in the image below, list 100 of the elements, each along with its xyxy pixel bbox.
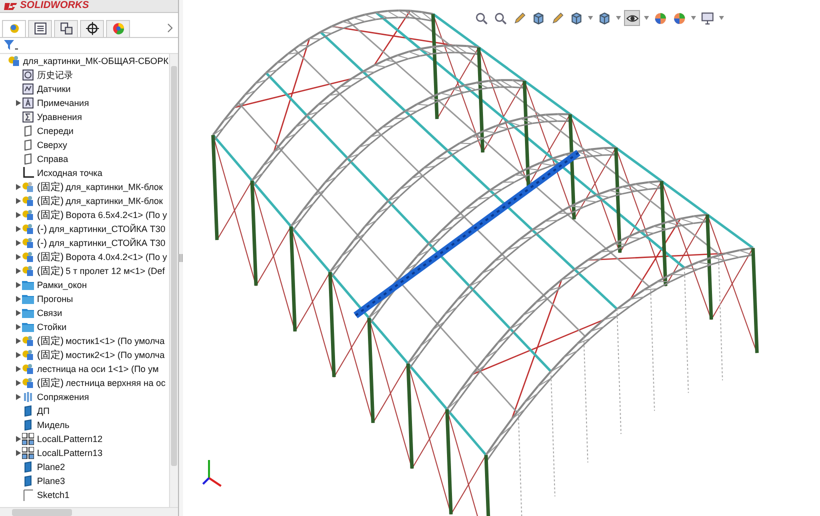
tree-item[interactable]: Справа [37,154,68,164]
tree-item[interactable]: Связи [37,308,62,318]
expand-arrow-icon[interactable] [16,198,20,204]
tree-item[interactable]: Plane3 [37,476,66,486]
expand-arrow-icon[interactable] [16,380,20,386]
expand-arrow-icon[interactable] [16,338,20,344]
magnifier-icon [494,12,506,24]
tree-item[interactable]: 5 т пролет 12 м<1> (Def [66,266,165,276]
layout-icon [60,22,72,35]
tree-item[interactable]: Ворота 4.0х4.2<1> (По у [66,252,168,262]
expand-arrow-icon[interactable] [16,100,20,106]
assembly-icon [22,363,34,375]
caret-icon [588,16,592,20]
magnifier-icon [474,12,488,24]
panel-tab[interactable] [80,20,104,36]
toolbar-button[interactable] [699,10,715,26]
panel-tab[interactable] [54,20,78,36]
expand-arrow-icon[interactable] [16,184,20,190]
tree-item[interactable]: Сопряжения [37,392,90,402]
toolbar-button[interactable] [652,10,668,26]
assembly-icon [22,195,34,207]
expand-arrow-icon[interactable] [16,352,20,358]
toolbar-button[interactable] [624,10,640,26]
toolbar-button[interactable] [671,10,687,26]
sensor-icon [22,83,34,95]
tree-item[interactable]: Исходная точка [37,168,102,178]
assembly-icon [22,237,34,249]
tree-item[interactable]: Примечания [37,98,89,108]
paperclip-icon [22,391,34,403]
tree-item[interactable]: LocalLPattern12 [37,434,103,444]
tree-item[interactable]: Прогоны [37,294,74,304]
expand-arrow-icon[interactable] [16,450,20,456]
state-prefix: (固定) [37,334,64,348]
expand-arrow-icon[interactable] [16,240,20,246]
expand-arrow-icon[interactable] [16,282,20,288]
tree-item[interactable]: Датчики [37,84,71,94]
state-prefix: (固定) [37,194,64,208]
tree-item[interactable]: Спереди [37,126,74,136]
chevron-right-icon[interactable] [166,23,174,33]
filter-icon[interactable] [4,40,18,52]
history-icon [22,69,34,81]
assembly-icon [22,265,34,277]
expand-arrow-icon[interactable] [16,212,20,218]
assembly-icon [22,349,34,361]
expand-arrow-icon[interactable] [16,254,20,260]
tree-item[interactable]: Сверху [37,140,68,150]
expand-arrow-icon[interactable] [16,268,20,274]
expand-arrow-icon[interactable] [16,394,20,400]
tree-item[interactable]: Sketch1 [37,490,70,500]
tree-item[interactable]: Уравнения [37,112,82,122]
state-prefix: (固定) [37,348,64,362]
tree-item[interactable]: Мидель [37,420,70,430]
sigma-icon [22,111,34,123]
folder-icon [22,307,34,319]
assembly-icon [22,209,34,221]
expand-arrow-icon[interactable] [16,324,20,330]
app-logo: SOLIDWORKS [20,1,89,11]
state-prefix: (固定) [37,208,64,222]
sphere-icon [672,12,686,24]
cube-icon [570,12,582,24]
tree-item[interactable]: LocalLPattern13 [37,448,103,458]
folder-icon [22,293,34,305]
sphere-icon [654,12,666,24]
tree-item[interactable]: для_картинки_СТОЙКА Т30 [49,238,166,248]
assembly-icon [22,223,34,235]
plane-icon [22,125,34,137]
plane-icon [22,139,34,151]
tree-item[interactable]: Plane2 [37,462,66,472]
expand-arrow-icon[interactable] [16,226,20,232]
tree-item[interactable]: лестница на оси 1<1> (По ум [37,364,159,374]
toolbar-button[interactable] [492,10,508,26]
tree-item[interactable]: мостик1<1> (По умолча [66,336,165,346]
pencil-icon [512,12,526,24]
tree-item[interactable]: Ворота 6.5х4.2<1> (По у [66,210,168,220]
expand-arrow-icon[interactable] [16,310,20,316]
plane-icon [22,461,34,473]
folder-icon [22,321,34,333]
tree-item[interactable]: для_картинки_МК-блок [66,182,163,192]
tree-item[interactable]: для_картинки_МК-ОБЩАЯ-СБОРК [23,56,169,66]
expand-arrow-icon[interactable] [16,296,20,302]
splitter-grip-icon[interactable] [179,253,183,263]
tree-item[interactable]: Стойки [37,322,67,332]
tree-item[interactable]: 历史记录 [37,68,73,82]
assembly-icon [22,335,34,347]
cube-icon [598,12,610,24]
tree-item[interactable]: Рамки_окон [37,280,87,290]
pattern-icon [22,433,34,445]
expand-arrow-icon[interactable] [16,436,20,442]
caret-icon [718,16,724,20]
tree-item[interactable]: лестница верхняя на ос [66,378,166,388]
expand-arrow-icon[interactable] [16,366,20,372]
tree-item[interactable]: для_картинки_СТОЙКА Т30 [49,224,166,234]
caret-icon [644,16,648,20]
tree-item[interactable]: ДП [37,406,50,416]
tree-item[interactable]: мостик2<1> (По умолча [66,350,165,360]
assembly-icon [8,55,20,67]
toolbar-button[interactable] [473,10,489,26]
panel-tab[interactable] [28,20,52,36]
folder-icon [22,279,34,291]
tree-item[interactable]: для_картинки_МК-блок [66,196,163,206]
